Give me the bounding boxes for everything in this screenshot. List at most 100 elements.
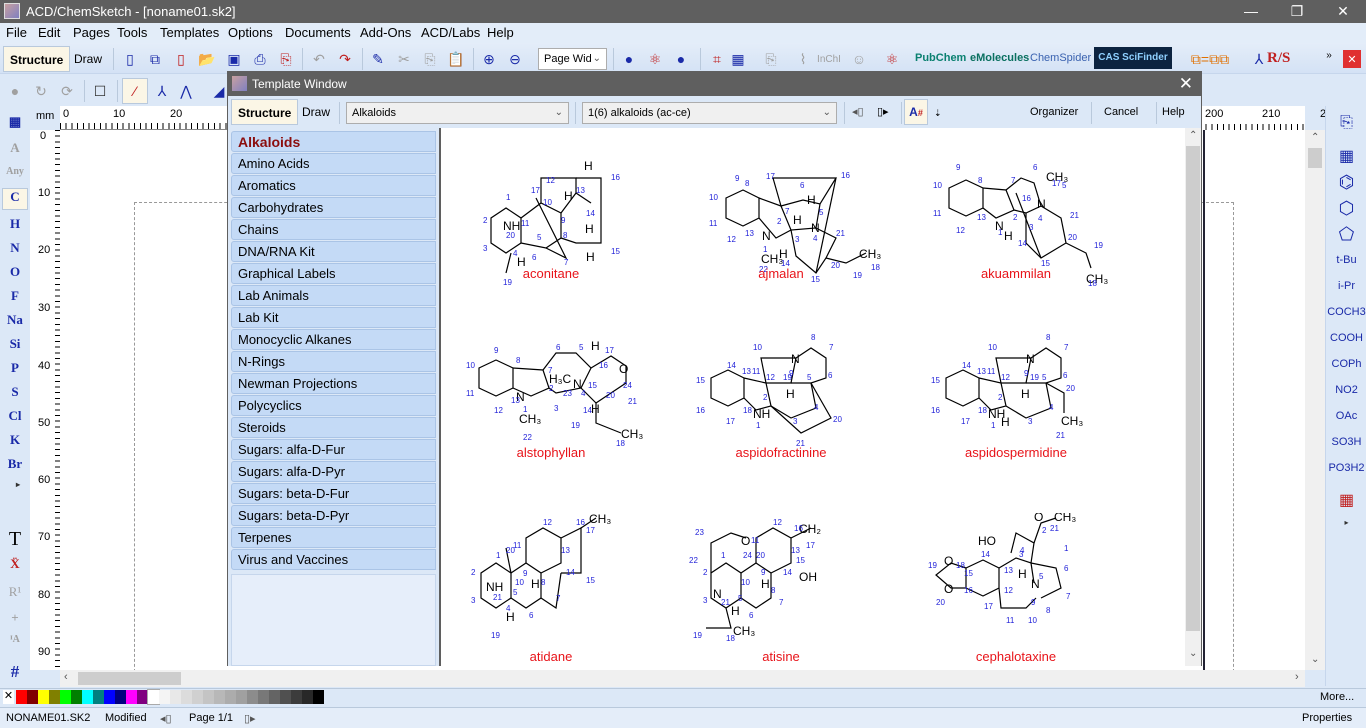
- menu-pages[interactable]: Pages: [73, 25, 110, 40]
- element-h-button[interactable]: H: [0, 216, 30, 232]
- charge-icon[interactable]: +: [0, 610, 30, 626]
- draw-normal-icon[interactable]: ⁄: [122, 78, 148, 104]
- color-swatch[interactable]: [302, 690, 313, 704]
- color-swatch[interactable]: [313, 690, 324, 704]
- element-s-button[interactable]: S: [0, 384, 30, 400]
- element-si-button[interactable]: Si: [0, 336, 30, 352]
- menu-help[interactable]: Help: [487, 25, 514, 40]
- color-swatch[interactable]: [27, 690, 38, 704]
- menu-file[interactable]: File: [6, 25, 27, 40]
- category-item[interactable]: N-Rings: [231, 351, 436, 372]
- category-item[interactable]: Alkaloids: [231, 131, 436, 152]
- category-select[interactable]: Alkaloids ⌄: [346, 102, 569, 124]
- toolbar-options-icon[interactable]: ⇣: [934, 108, 942, 119]
- atom-icon[interactable]: ●: [620, 50, 638, 68]
- color-swatch[interactable]: [60, 690, 71, 704]
- cut-icon[interactable]: ✂: [395, 50, 413, 68]
- chemical-model-icon[interactable]: ⚛: [883, 50, 901, 68]
- pubchem-link[interactable]: PubChem: [915, 46, 966, 70]
- minimize-button[interactable]: —: [1228, 0, 1274, 23]
- color-swatch[interactable]: [192, 690, 203, 704]
- prev-template-page-icon[interactable]: ◂▯: [852, 105, 864, 118]
- structure-mode-button[interactable]: Structure: [3, 46, 71, 72]
- radical-so3h[interactable]: SO3H: [1326, 436, 1366, 448]
- atom-numbering-toggle-icon[interactable]: A#: [904, 99, 928, 125]
- color-swatch[interactable]: [236, 690, 247, 704]
- open-icon[interactable]: 📂: [198, 50, 216, 68]
- atom-a-button[interactable]: A: [0, 140, 30, 156]
- tw-structure-button[interactable]: Structure: [231, 99, 299, 125]
- category-item[interactable]: Amino Acids: [231, 153, 436, 174]
- gallery-scrollbar[interactable]: ⌃ ⌄: [1185, 128, 1201, 666]
- scroll-up-icon[interactable]: ⌃: [1311, 132, 1319, 143]
- more-colors-button[interactable]: More...: [1320, 691, 1354, 703]
- menu-edit[interactable]: Edit: [38, 25, 60, 40]
- color-swatch[interactable]: [93, 690, 104, 704]
- radical-no2[interactable]: NO2: [1326, 384, 1366, 396]
- 3d-viewer-icon[interactable]: ●: [672, 50, 690, 68]
- element-c-button[interactable]: C: [2, 188, 28, 210]
- template-tile[interactable]: N NH HH CH₃ 14 15 16 17 18 1 2 13 11 12 10 8 765 …: [916, 328, 1136, 498]
- category-item[interactable]: Virus and Vaccines: [231, 549, 436, 570]
- element-p-button[interactable]: P: [0, 360, 30, 376]
- radical-i-pr[interactable]: i-Pr: [1326, 280, 1366, 292]
- menu-options[interactable]: Options: [228, 25, 273, 40]
- category-item[interactable]: Lab Kit: [231, 307, 436, 328]
- category-item[interactable]: Sugars: alfa-D-Pyr: [231, 461, 436, 482]
- template-tile[interactable]: NH CH₃ HH 123 456 789 10 11 12 13 14 15 16 17 1…: [451, 513, 671, 683]
- template-page-select[interactable]: 1(6) alkaloids (ac-ce) ⌄: [582, 102, 837, 124]
- color-swatch[interactable]: [291, 690, 302, 704]
- category-item[interactable]: Terpenes: [231, 527, 436, 548]
- rs-button[interactable]: R/S: [1267, 46, 1290, 70]
- radical-coph[interactable]: COPh: [1326, 358, 1366, 370]
- new-doc-icon[interactable]: ⧉: [146, 50, 164, 68]
- paste-icon[interactable]: 📋: [447, 50, 465, 68]
- menu-documents[interactable]: Documents: [285, 25, 351, 40]
- select-move-icon[interactable]: ●: [6, 82, 24, 100]
- table-icon[interactable]: ▦: [729, 50, 747, 68]
- close-button[interactable]: ✕: [1320, 0, 1366, 23]
- atom-properties-icon[interactable]: ᴵA: [0, 634, 30, 645]
- template-tile[interactable]: NN O H₃C CH₃ CH₃ HH 9 10 11 12 13 8 1 22 2 345 6…: [451, 328, 671, 498]
- category-item[interactable]: Monocyclic Alkanes: [231, 329, 436, 350]
- chemspider-link[interactable]: ChemSpider: [1030, 46, 1091, 70]
- color-swatch[interactable]: [247, 690, 258, 704]
- scroll-up-icon[interactable]: ⌃: [1189, 130, 1197, 141]
- color-swatch[interactable]: [49, 690, 60, 704]
- color-swatch[interactable]: [225, 690, 236, 704]
- category-item[interactable]: Carbohydrates: [231, 197, 436, 218]
- template-tile[interactable]: ON CH₂ OH CH₃ H H 123 23 22 24 20 10 9 14 8 15 13…: [681, 513, 901, 683]
- periodic-table-icon[interactable]: ▦: [0, 114, 30, 130]
- zoom-out-icon[interactable]: ⊖: [506, 50, 524, 68]
- smiley-icon[interactable]: ☺: [850, 50, 868, 68]
- save-icon[interactable]: ▣: [225, 50, 243, 68]
- organizer-button[interactable]: Organizer: [1030, 106, 1078, 118]
- scroll-down-icon[interactable]: ⌄: [1189, 648, 1197, 659]
- redo-icon[interactable]: ↷: [336, 50, 354, 68]
- color-swatch[interactable]: [82, 690, 93, 704]
- overflow-icon[interactable]: »: [1320, 46, 1338, 64]
- tw-draw-button[interactable]: Draw: [296, 99, 336, 125]
- category-item[interactable]: Chains: [231, 219, 436, 240]
- menu-templates[interactable]: Templates: [160, 25, 219, 40]
- color-swatch[interactable]: [126, 690, 137, 704]
- print-icon[interactable]: ⎙: [251, 50, 269, 68]
- scroll-thumb[interactable]: [1308, 148, 1322, 168]
- cyclohexane-icon[interactable]: ⬡: [1326, 198, 1366, 219]
- scroll-thumb[interactable]: [78, 672, 181, 685]
- delete-page-icon[interactable]: ▯: [172, 50, 190, 68]
- template-tile[interactable]: NN CH₃ CH₃ HHH 9 10 11 12 13 8 1 22 2 345 6 7 17 …: [681, 148, 901, 318]
- copy-icon[interactable]: ⎘: [421, 50, 439, 68]
- vertical-scrollbar[interactable]: ⌃ ⌄: [1305, 130, 1325, 670]
- color-swatch[interactable]: [71, 690, 82, 704]
- text-tool-button[interactable]: T: [0, 528, 30, 551]
- menu-add-ons[interactable]: Add-Ons: [360, 25, 411, 40]
- category-item[interactable]: Lab Animals: [231, 285, 436, 306]
- element-na-button[interactable]: Na: [0, 312, 30, 328]
- benzene-icon[interactable]: ⌬: [1326, 172, 1366, 193]
- draw-pen-icon[interactable]: ◢: [210, 82, 228, 100]
- molecule-icon[interactable]: ⚛: [646, 50, 664, 68]
- cancel-button[interactable]: Cancel: [1104, 106, 1138, 118]
- color-swatch[interactable]: [203, 690, 214, 704]
- scifinder-link[interactable]: CAS SciFinder: [1094, 47, 1172, 69]
